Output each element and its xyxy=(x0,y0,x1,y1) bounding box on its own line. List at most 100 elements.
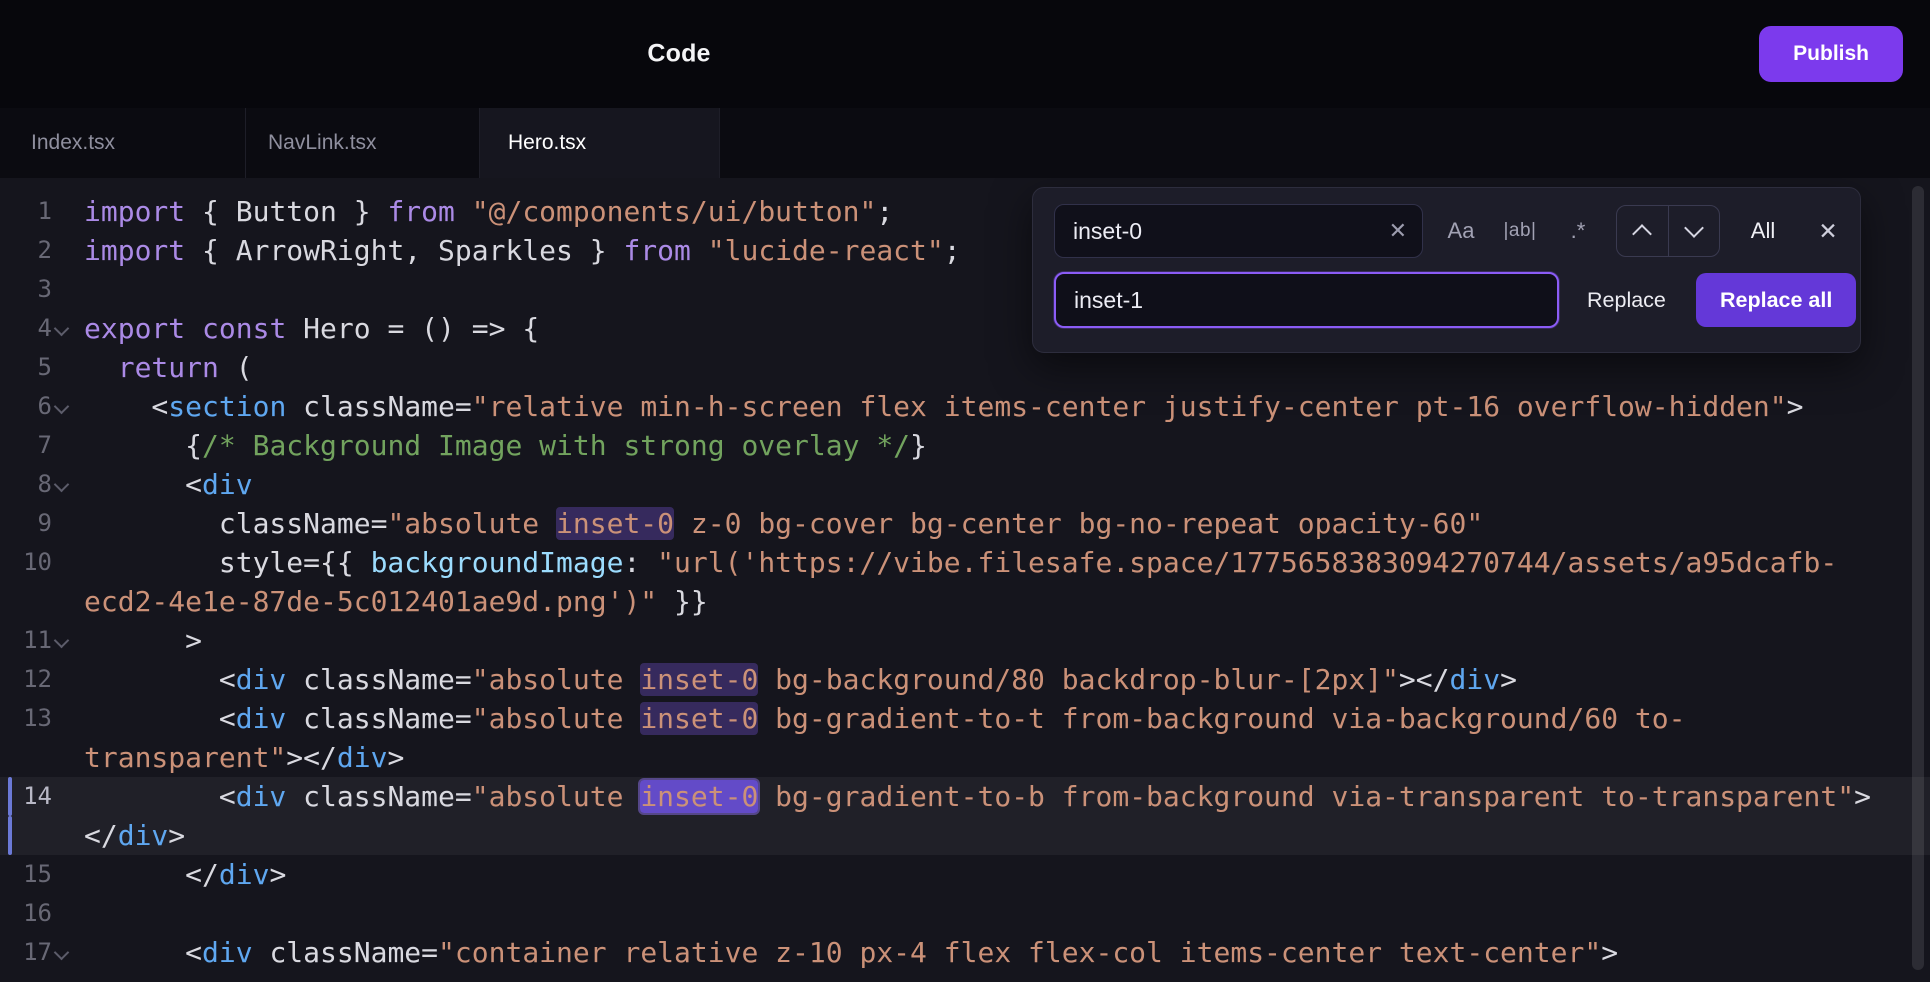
code-line[interactable]: 14 <div className="absolute inset-0 bg-g… xyxy=(0,777,1930,816)
line-gutter: 3 xyxy=(0,270,84,309)
tab-index-tsx[interactable]: Index.tsx xyxy=(0,108,246,178)
code-token: z-0 bg-cover bg-center bg-no-repeat opac… xyxy=(674,507,1484,540)
publish-button[interactable]: Publish xyxy=(1759,26,1903,82)
code-text: return ( xyxy=(84,348,253,387)
code-token: backgroundImage xyxy=(370,546,624,579)
code-token: < xyxy=(84,702,236,735)
whole-word-button[interactable]: |ab| xyxy=(1496,204,1544,258)
code-token: ></ xyxy=(286,741,337,774)
file-tab-bar: Index.tsx NavLink.tsx Hero.tsx xyxy=(0,108,1930,178)
page-title: Code xyxy=(647,39,711,68)
code-token: ; xyxy=(943,234,961,267)
code-token: < xyxy=(84,780,236,813)
replace-input[interactable] xyxy=(1054,272,1559,328)
code-token: : xyxy=(623,546,658,579)
code-token: "relative min-h-screen flex items-center… xyxy=(471,390,1787,423)
replace-all-button[interactable]: Replace all xyxy=(1696,273,1857,327)
line-gutter: 8 xyxy=(0,465,84,504)
code-line[interactable]: 6 <section className="relative min-h-scr… xyxy=(0,387,1930,426)
line-gutter: 9 xyxy=(0,504,84,543)
search-match: inset-0 xyxy=(640,663,759,696)
code-text: </div> xyxy=(84,855,286,894)
code-token: } xyxy=(910,429,927,462)
code-line[interactable]: 17 <div className="container relative z-… xyxy=(0,933,1930,972)
code-text: <div className="absolute inset-0 bg-grad… xyxy=(84,699,1686,738)
code-line[interactable]: transparent"></div> xyxy=(0,738,1930,777)
code-token: > xyxy=(168,819,186,852)
code-line[interactable]: 16 xyxy=(0,894,1930,933)
code-line[interactable]: 15 </div> xyxy=(0,855,1930,894)
code-token: < xyxy=(84,468,203,501)
next-match-button[interactable] xyxy=(1669,206,1720,256)
code-line[interactable]: 5 return ( xyxy=(0,348,1930,387)
code-token: < xyxy=(84,936,203,969)
code-token: style={{ xyxy=(84,546,371,579)
match-case-button[interactable]: Aa xyxy=(1437,204,1485,258)
chevron-down-icon xyxy=(1683,218,1704,238)
line-gutter xyxy=(0,738,84,777)
line-gutter: 11 xyxy=(0,621,84,660)
code-token: div xyxy=(235,702,287,735)
code-line[interactable]: 8 <div xyxy=(0,465,1930,504)
code-token: "absolute xyxy=(471,780,641,813)
code-text: className="absolute inset-0 z-0 bg-cover… xyxy=(84,504,1483,543)
code-token: className= xyxy=(286,780,472,813)
code-line[interactable]: ecd2-4e1e-87de-5c012401ae9d.png')" }} xyxy=(0,582,1930,621)
code-line[interactable]: 7 {/* Background Image with strong overl… xyxy=(0,426,1930,465)
code-token: const xyxy=(202,312,287,345)
code-line[interactable]: 12 <div className="absolute inset-0 bg-b… xyxy=(0,660,1930,699)
code-token: div xyxy=(117,819,169,852)
line-number: 2 xyxy=(37,236,52,264)
line-gutter: 6 xyxy=(0,387,84,426)
close-find-icon[interactable]: ✕ xyxy=(1808,204,1848,258)
code-line[interactable]: 13 <div className="absolute inset-0 bg-g… xyxy=(0,699,1930,738)
code-line[interactable]: 10 style={{ backgroundImage: "url('https… xyxy=(0,543,1930,582)
line-number: 16 xyxy=(23,899,52,927)
line-number: 17 xyxy=(23,938,52,966)
code-token: return xyxy=(117,351,219,384)
code-token: div xyxy=(218,858,270,891)
code-token: bg-gradient-to-b from-background via-tra… xyxy=(758,780,1855,813)
line-number: 14 xyxy=(23,782,52,810)
clear-search-icon[interactable]: ✕ xyxy=(1389,220,1407,242)
code-line[interactable]: </div> xyxy=(0,816,1930,855)
code-token: </ xyxy=(84,819,118,852)
fold-chevron-icon[interactable] xyxy=(53,320,70,337)
code-token: className= xyxy=(286,663,472,696)
code-token: div xyxy=(1449,663,1501,696)
fold-chevron-icon[interactable] xyxy=(53,944,70,961)
previous-match-button[interactable] xyxy=(1617,206,1669,256)
line-gutter xyxy=(0,816,84,855)
replace-button[interactable]: Replace xyxy=(1581,272,1672,328)
select-all-matches-button[interactable]: All xyxy=(1733,204,1793,258)
scrollbar-thumb[interactable] xyxy=(1912,186,1924,970)
code-line[interactable]: 9 className="absolute inset-0 z-0 bg-cov… xyxy=(0,504,1930,543)
tab-navlink-tsx[interactable]: NavLink.tsx xyxy=(246,108,480,178)
fold-chevron-icon[interactable] xyxy=(53,632,70,649)
fold-chevron-icon[interactable] xyxy=(53,398,70,415)
tab-hero-tsx[interactable]: Hero.tsx xyxy=(480,108,720,178)
line-gutter: 5 xyxy=(0,348,84,387)
code-token: "lucide-react" xyxy=(707,234,944,267)
code-token: </ xyxy=(84,858,219,891)
code-token: ecd2-4e1e-87de-5c012401ae9d.png')" xyxy=(84,585,658,618)
code-token: < xyxy=(84,390,169,423)
code-text: export const Hero = () => { xyxy=(84,309,539,348)
code-text: ecd2-4e1e-87de-5c012401ae9d.png')" }} xyxy=(84,582,708,621)
code-token: ( xyxy=(218,351,253,384)
code-text: <div xyxy=(84,465,252,504)
search-input[interactable] xyxy=(1054,204,1423,258)
current-search-match: inset-0 xyxy=(640,780,759,813)
code-token: bg-background/80 backdrop-blur-[2px]" xyxy=(758,663,1399,696)
code-text: </div> xyxy=(84,816,185,855)
line-gutter: 13 xyxy=(0,699,84,738)
code-token: className= xyxy=(84,507,388,540)
code-token: from xyxy=(623,234,691,267)
fold-chevron-icon[interactable] xyxy=(53,476,70,493)
regex-button[interactable]: .* xyxy=(1554,204,1602,258)
code-line[interactable]: 11 > xyxy=(0,621,1930,660)
line-number: 5 xyxy=(37,353,52,381)
code-token: ; xyxy=(876,195,894,228)
code-token: > xyxy=(1786,390,1804,423)
